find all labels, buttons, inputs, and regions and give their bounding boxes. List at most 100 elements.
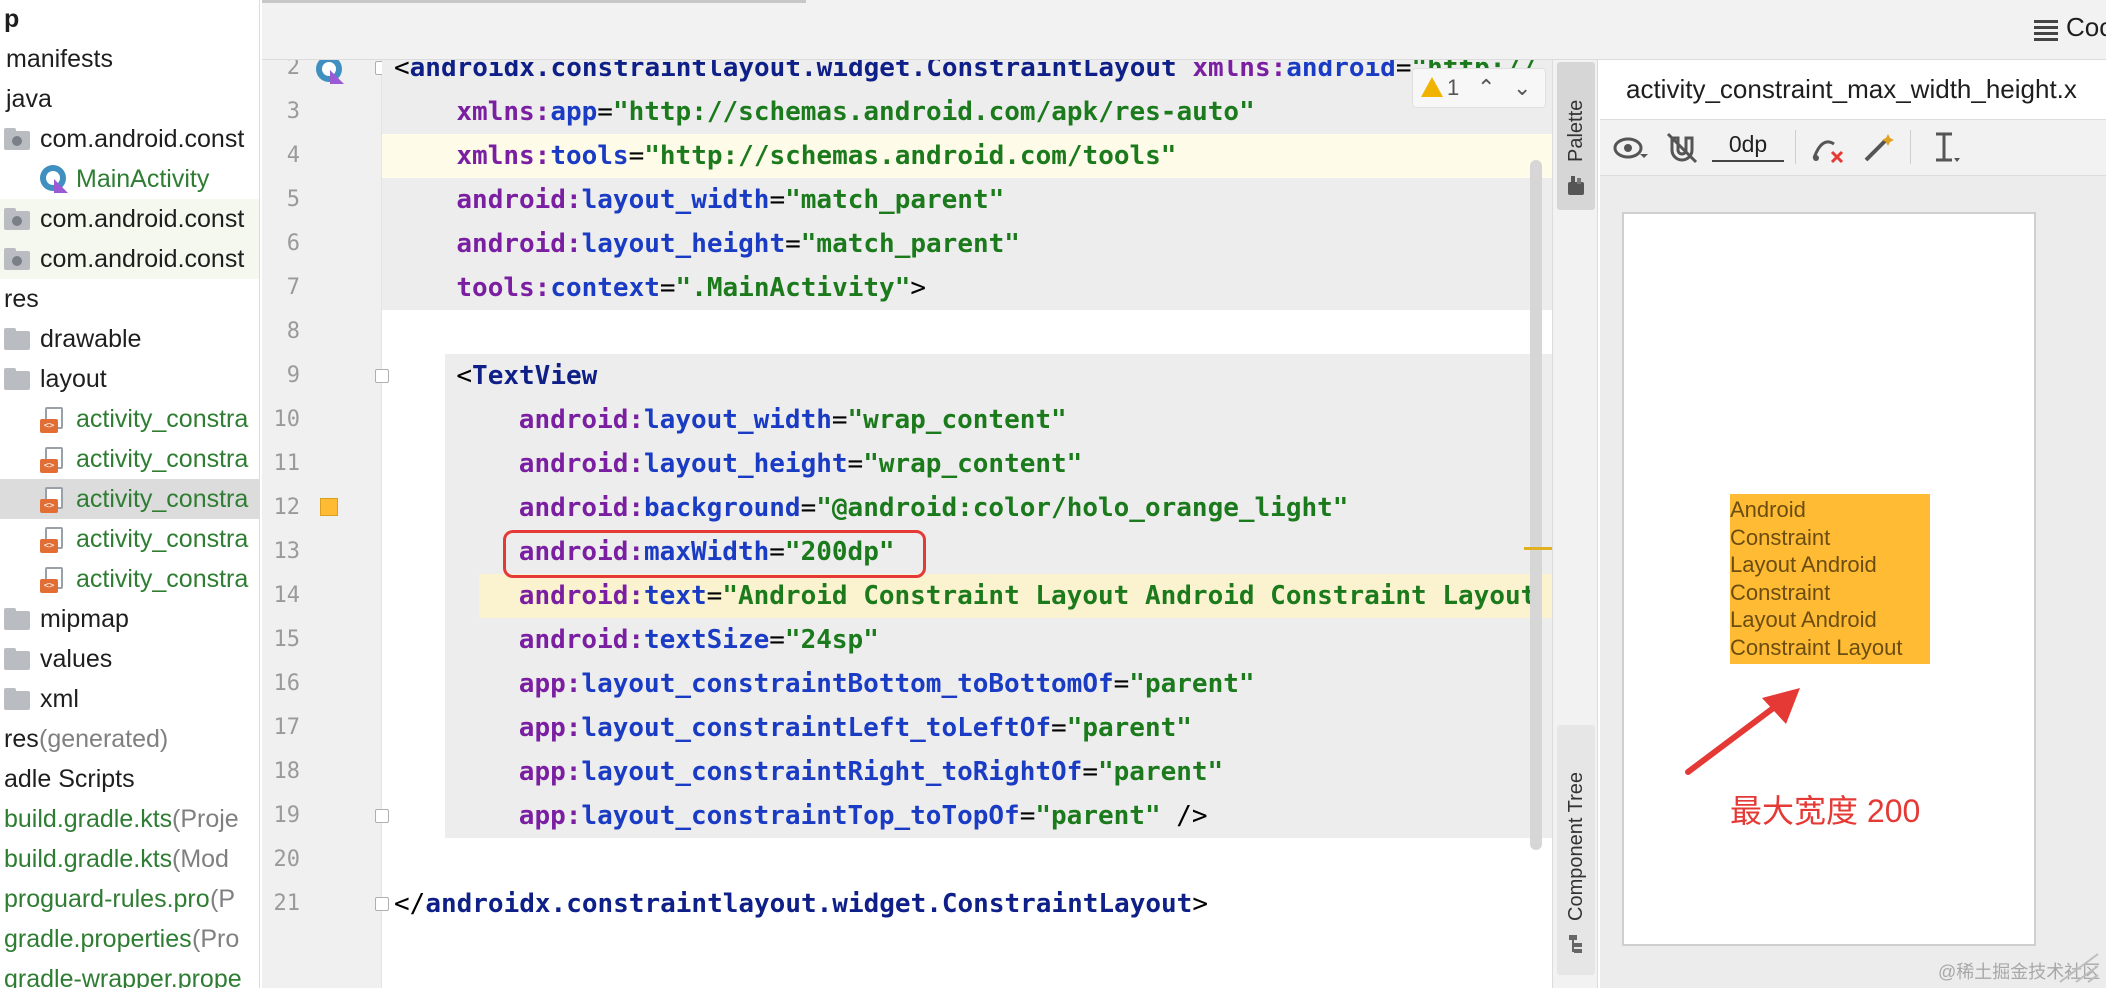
tree-item-label: com.android.const [40, 125, 245, 153]
preview-text-line: Constraint [1730, 524, 1831, 550]
tree-item[interactable]: com.android.const [0, 119, 259, 159]
infer-constraints-icon[interactable] [1858, 128, 1898, 168]
code-line[interactable]: android:layout_height="wrap_content" [519, 442, 1083, 486]
line-number: 16 [273, 671, 301, 696]
tree-item[interactable]: build.gradle.kts (Mod [0, 839, 259, 879]
tree-item[interactable]: res [0, 279, 259, 319]
code-view-button[interactable]: Coc [2066, 12, 2106, 43]
code-line[interactable]: app:layout_constraintLeft_toLeftOf="pare… [519, 706, 1192, 750]
code-token: "wrap_content" [863, 449, 1083, 479]
previous-highlight-button[interactable]: ⌃ [1477, 69, 1495, 107]
line-number: 15 [273, 627, 301, 652]
palette-tab[interactable]: Palette [1557, 62, 1595, 210]
tree-item-label: activity_constra [76, 525, 249, 553]
tree-item[interactable]: com.android.const [0, 239, 259, 279]
guidelines-icon[interactable] [1926, 128, 1966, 168]
related-activity-icon[interactable] [316, 60, 344, 84]
preview-textview[interactable]: Android Constraint Layout Android Constrain… [1730, 494, 1930, 664]
code-line[interactable]: android:background="@android:color/holo_… [519, 486, 1349, 530]
editor-tabbar [262, 0, 2106, 60]
code-token: "parent" [1097, 757, 1224, 787]
tree-item[interactable]: com.android.const [0, 199, 259, 239]
color-swatch-icon[interactable] [320, 498, 338, 516]
code-token: "parent" [1035, 801, 1161, 831]
tree-item[interactable]: manifests [0, 39, 259, 79]
inspection-widget[interactable]: 1 ⌃ ⌄ [1412, 68, 1546, 108]
code-line[interactable]: android:textSize="24sp" [519, 618, 879, 662]
autoconnect-magnet-icon[interactable] [1662, 128, 1702, 168]
code-token: android [1286, 60, 1396, 83]
code-line[interactable]: <TextView [456, 354, 597, 398]
code-line[interactable]: android:layout_width="match_parent" [456, 178, 1004, 222]
line-number: 10 [273, 407, 301, 432]
tree-item[interactable]: gradle.properties (Pro [0, 919, 259, 959]
tree-item[interactable]: gradle-wrapper.prope [0, 959, 259, 988]
folder-icon [4, 368, 30, 390]
warning-count: 1 [1447, 75, 1460, 100]
tree-item[interactable]: p [0, 0, 259, 39]
code-line[interactable]: android:text="Android Constraint Layout … [519, 574, 1537, 618]
tree-item[interactable]: adle Scripts [0, 759, 259, 799]
tree-item[interactable]: <> activity_constra [0, 559, 259, 599]
code-line[interactable]: xmlns:app="http://schemas.android.com/ap… [456, 90, 1254, 134]
folder-icon [4, 328, 30, 350]
tree-item[interactable]: res (generated) [0, 719, 259, 759]
tree-item-label: com.android.const [40, 245, 245, 273]
code-token: layout_width [581, 185, 770, 215]
tree-item-label: activity_constra [76, 445, 249, 473]
component-tree-tab-label: Component Tree [1565, 772, 1587, 921]
tree-item[interactable]: <> activity_constra [0, 479, 259, 519]
code-view-icon[interactable] [2034, 20, 2058, 41]
editor-gutter: 2 3 4 5 6 7 8 9 10 11 12 13 14 15 16 17 18 19 20 21 [262, 60, 389, 988]
clear-constraints-icon[interactable] [1808, 128, 1848, 168]
layout-xml-icon: <> [40, 407, 66, 433]
code-line[interactable]: android:layout_height="match_parent" [456, 222, 1020, 266]
tree-item[interactable]: proguard-rules.pro (P [0, 879, 259, 919]
resize-handle-icon[interactable] [2040, 950, 2100, 984]
code-line[interactable]: xmlns:tools="http://schemas.android.com/… [456, 134, 1176, 178]
tree-item[interactable]: MainActivity [0, 159, 259, 199]
code-line[interactable]: tools:context=".MainActivity"> [456, 266, 926, 310]
palette-icon [1567, 174, 1585, 196]
code-line[interactable]: app:layout_constraintRight_toRightOf="pa… [519, 750, 1223, 794]
tree-item[interactable]: drawable [0, 319, 259, 359]
line-number: 11 [273, 451, 301, 476]
code-token: TextView [472, 361, 598, 391]
tree-item[interactable]: mipmap [0, 599, 259, 639]
fold-marker-icon[interactable] [375, 897, 389, 911]
design-file-title-bar: activity_constraint_max_width_height.x [1600, 60, 2106, 120]
tree-item-label: MainActivity [76, 165, 210, 193]
scrollbar-warning-marker [1524, 547, 1552, 550]
code-token: = [706, 581, 723, 611]
code-token: app: [518, 713, 582, 743]
component-tree-tab[interactable]: Component Tree [1557, 725, 1595, 975]
code-token: layout_width [644, 405, 832, 435]
tree-item[interactable]: xml [0, 679, 259, 719]
code-token: android: [518, 405, 645, 435]
code-token: app [550, 97, 598, 127]
view-options-icon[interactable] [1610, 128, 1650, 168]
code-line[interactable]: app:layout_constraintBottom_toBottomOf="… [519, 662, 1255, 706]
code-editor[interactable]: 2 3 4 5 6 7 8 9 10 11 12 13 14 15 16 17 18 19 20 21 <androi… [262, 60, 1552, 988]
tree-item[interactable]: layout [0, 359, 259, 399]
code-token: "parent" [1066, 713, 1192, 743]
code-line[interactable]: </androidx.constraintlayout.widget.Const… [394, 882, 1208, 926]
code-line[interactable]: android:layout_width="wrap_content" [519, 398, 1067, 442]
code-token: textSize [644, 625, 770, 655]
tree-item[interactable]: <> activity_constra [0, 399, 259, 439]
next-highlight-button[interactable]: ⌄ [1513, 69, 1531, 107]
code-token: = [800, 493, 817, 523]
tree-item[interactable]: build.gradle.kts (Proje [0, 799, 259, 839]
preview-text-line: Layout Android [1730, 552, 1877, 578]
default-margin-field[interactable]: 0dp [1712, 128, 1784, 162]
tree-item[interactable]: java [0, 79, 259, 119]
annotation-arrow [1685, 688, 1800, 775]
fold-marker-icon[interactable] [375, 809, 389, 823]
tree-item[interactable]: <> activity_constra [0, 519, 259, 559]
fold-marker-icon[interactable] [375, 369, 389, 383]
tree-item[interactable]: <> activity_constra [0, 439, 259, 479]
code-line[interactable]: <androidx.constraintlayout.widget.Constr… [394, 60, 1537, 90]
editor-scrollbar[interactable] [1530, 160, 1542, 850]
tree-item[interactable]: values [0, 639, 259, 679]
code-line[interactable]: app:layout_constraintTop_toTopOf="parent… [519, 794, 1208, 838]
